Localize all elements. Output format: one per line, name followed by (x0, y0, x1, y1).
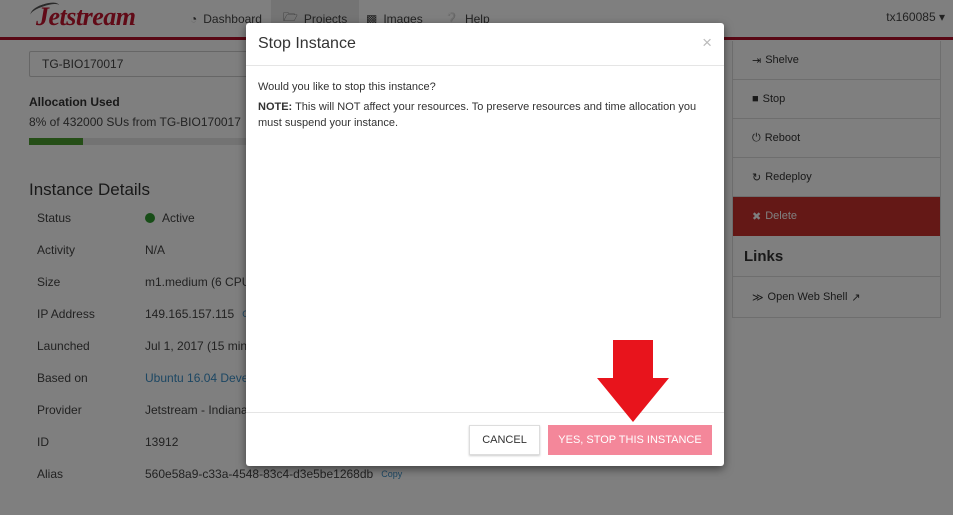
modal-body: Would you like to stop this instance? NO… (246, 66, 724, 148)
note-text: This will NOT affect your resources. To … (258, 101, 697, 129)
modal-question: Would you like to stop this instance? (258, 81, 436, 93)
modal-note: NOTE: This will NOT affect your resource… (258, 99, 712, 131)
red-arrow-annotation-icon (597, 340, 669, 422)
note-label: NOTE: (258, 101, 293, 113)
modal-title: Stop Instance (258, 35, 356, 52)
modal-header: Stop Instance × (246, 23, 724, 66)
confirm-stop-button[interactable]: YES, STOP THIS INSTANCE (548, 425, 712, 455)
cancel-button[interactable]: CANCEL (469, 425, 540, 455)
close-icon[interactable]: × (702, 33, 712, 53)
